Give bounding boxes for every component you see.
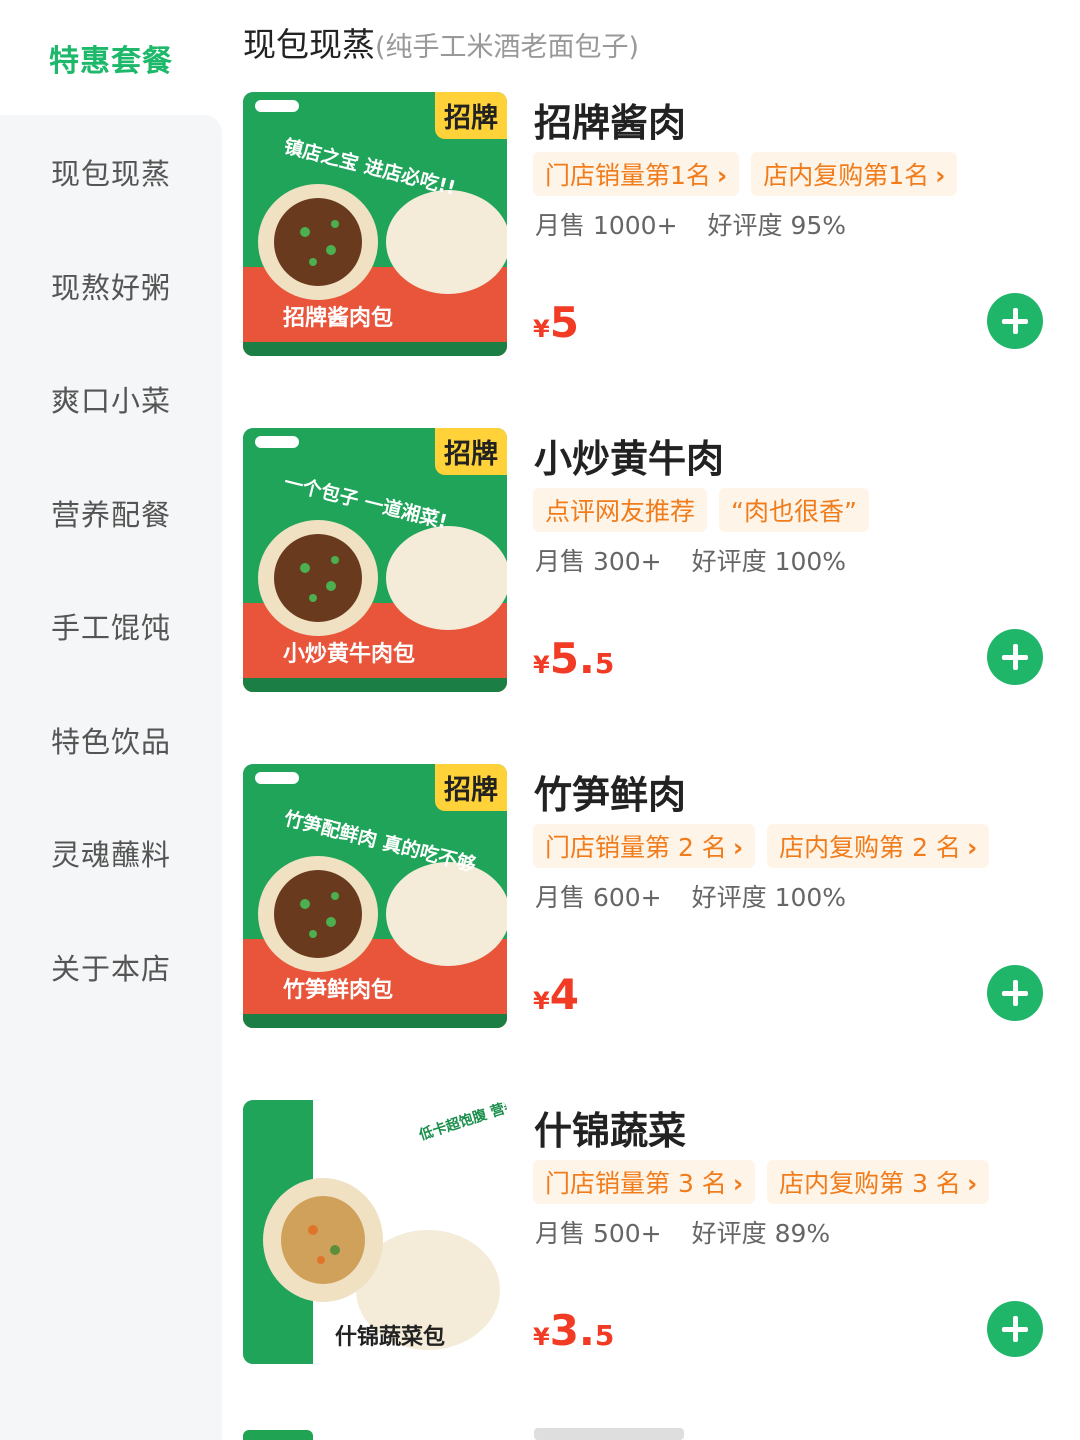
add-to-cart-button[interactable] <box>987 629 1043 685</box>
rating: 好评度 95% <box>707 211 847 240</box>
product-price: ¥3.5 <box>533 1306 614 1355</box>
product-tag[interactable]: 店内复购第 3 名 › <box>767 1160 990 1204</box>
sidebar-item-active[interactable]: 特惠套餐 <box>0 0 222 115</box>
sidebar-item[interactable]: 特色饮品 <box>0 683 222 797</box>
chevron-right-icon: › <box>935 161 946 190</box>
product-name[interactable]: 招牌酱肉 <box>534 92 686 147</box>
image-caption: 小炒黄牛肉包 <box>283 641 415 667</box>
tag-label: 门店销量第 3 名 <box>545 1169 727 1198</box>
next-product-image-peek <box>243 1430 313 1440</box>
next-product-name-peek <box>534 1428 684 1440</box>
sidebar-item[interactable]: 灵魂蘸料 <box>0 796 222 910</box>
monthly-sales: 月售 1000+ <box>535 211 678 240</box>
product-card[interactable]: 竹笋鲜肉包 竹笋配鲜肉 真的吃不够 招牌 竹笋鲜肉 门店销量第 2 名 › 店内复购… <box>243 764 1063 1034</box>
tag-label: 门店销量第1名 <box>545 161 711 190</box>
product-tags: 点评网友推荐 “肉也很香” <box>533 488 869 532</box>
product-stats: 月售 600+ 好评度 100% <box>535 878 846 914</box>
section-title-text: 现包现蒸 <box>243 25 375 64</box>
sidebar-item-label: 特惠套餐 <box>49 43 173 79</box>
price-decimal: 5 <box>594 647 615 680</box>
product-image-frame[interactable]: 小炒黄牛肉包 一个包子 一道湘菜! 招牌 <box>243 428 507 692</box>
price-integer: 5. <box>549 634 595 683</box>
price-integer: 3. <box>549 1306 595 1355</box>
image-caption: 招牌酱肉包 <box>283 305 393 331</box>
monthly-sales: 月售 500+ <box>535 1219 662 1248</box>
monthly-sales: 月售 600+ <box>535 883 662 912</box>
product-image-frame[interactable]: 竹笋鲜肉包 竹笋配鲜肉 真的吃不够 招牌 <box>243 764 507 1028</box>
product-name[interactable]: 什锦蔬菜 <box>534 1100 686 1155</box>
price-integer: 4 <box>549 970 579 1019</box>
sidebar-item[interactable]: 爽口小菜 <box>0 342 222 456</box>
product-image: 什锦蔬菜包 低卡超饱腹 营养又健康 <box>243 1100 507 1364</box>
rating: 好评度 100% <box>691 883 847 912</box>
chevron-right-icon: › <box>966 833 978 862</box>
sidebar-item[interactable]: 营养配餐 <box>0 456 222 570</box>
image-caption: 什锦蔬菜包 <box>335 1324 445 1350</box>
product-price: ¥5.5 <box>533 634 614 683</box>
tag-label: “肉也很香” <box>731 497 857 526</box>
product-tag[interactable]: 门店销量第 3 名 › <box>533 1160 756 1204</box>
sidebar-list: 现包现蒸 现熬好粥 爽口小菜 营养配餐 手工馄饨 特色饮品 灵魂蘸料 关于本店 <box>0 115 222 1440</box>
add-to-cart-button[interactable] <box>987 1301 1043 1357</box>
product-stats: 月售 300+ 好评度 100% <box>535 542 846 578</box>
tag-label: 店内复购第 3 名 <box>779 1169 961 1198</box>
chevron-right-icon: › <box>716 161 728 190</box>
price-integer: 5 <box>549 298 579 347</box>
product-tag[interactable]: 店内复购第 2 名 › <box>767 824 990 868</box>
tag-label: 点评网友推荐 <box>545 497 696 526</box>
currency-symbol: ¥ <box>533 651 550 679</box>
rating: 好评度 100% <box>691 547 847 576</box>
tag-label: 门店销量第 2 名 <box>545 833 727 862</box>
tag-label: 店内复购第1名 <box>763 161 930 190</box>
product-image-frame[interactable]: 什锦蔬菜包 低卡超饱腹 营养又健康 <box>243 1100 507 1364</box>
chevron-right-icon: › <box>966 1169 978 1198</box>
add-to-cart-button[interactable] <box>987 965 1043 1021</box>
price-decimal: 5 <box>594 1319 615 1352</box>
category-sidebar: 特惠套餐 现包现蒸 现熬好粥 爽口小菜 营养配餐 手工馄饨 特色饮品 灵魂蘸料 … <box>0 0 222 1440</box>
add-to-cart-button[interactable] <box>987 293 1043 349</box>
section-title: 现包现蒸(纯手工米酒老面包子) <box>243 18 639 66</box>
product-image-frame[interactable]: 招牌酱肉包 镇店之宝 进店必吃!! 招牌 <box>243 92 507 356</box>
sidebar-item[interactable]: 现熬好粥 <box>0 229 222 343</box>
currency-symbol: ¥ <box>533 1323 550 1351</box>
product-tag[interactable]: “肉也很香” <box>719 488 869 532</box>
image-caption: 竹笋鲜肉包 <box>282 977 393 1003</box>
tag-label: 店内复购第 2 名 <box>779 833 961 862</box>
currency-symbol: ¥ <box>533 315 550 343</box>
product-name[interactable]: 小炒黄牛肉 <box>534 428 724 483</box>
signature-badge: 招牌 <box>435 92 507 139</box>
sidebar-item[interactable]: 关于本店 <box>0 910 222 1024</box>
product-tag[interactable]: 店内复购第1名 › <box>751 152 958 196</box>
section-subtitle: (纯手工米酒老面包子) <box>375 32 640 63</box>
monthly-sales: 月售 300+ <box>535 547 662 576</box>
product-price: ¥5 <box>533 298 579 347</box>
product-card[interactable]: 招牌酱肉包 镇店之宝 进店必吃!! 招牌 招牌酱肉 门店销量第1名 › 店内复购第1… <box>243 92 1063 362</box>
product-tag[interactable]: 门店销量第1名 › <box>533 152 740 196</box>
chevron-right-icon: › <box>732 1169 744 1198</box>
product-stats: 月售 500+ 好评度 89% <box>535 1214 830 1250</box>
signature-badge: 招牌 <box>435 764 507 811</box>
product-name[interactable]: 竹笋鲜肉 <box>534 764 686 819</box>
currency-symbol: ¥ <box>533 987 550 1015</box>
product-tag[interactable]: 门店销量第 2 名 › <box>533 824 756 868</box>
sidebar-item[interactable]: 现包现蒸 <box>0 115 222 229</box>
product-tags: 门店销量第1名 › 店内复购第1名 › <box>533 152 958 196</box>
product-card[interactable]: 什锦蔬菜包 低卡超饱腹 营养又健康 什锦蔬菜 门店销量第 3 名 › 店内复购第 3… <box>243 1100 1063 1370</box>
product-price: ¥4 <box>533 970 579 1019</box>
product-stats: 月售 1000+ 好评度 95% <box>535 206 846 242</box>
sidebar-item[interactable]: 手工馄饨 <box>0 569 222 683</box>
product-card[interactable]: 小炒黄牛肉包 一个包子 一道湘菜! 招牌 小炒黄牛肉 点评网友推荐 “肉也很香” … <box>243 428 1063 698</box>
product-tags: 门店销量第 3 名 › 店内复购第 3 名 › <box>533 1160 990 1204</box>
signature-badge: 招牌 <box>435 428 507 475</box>
chevron-right-icon: › <box>732 833 744 862</box>
rating: 好评度 89% <box>691 1219 831 1248</box>
product-tags: 门店销量第 2 名 › 店内复购第 2 名 › <box>533 824 990 868</box>
product-tag[interactable]: 点评网友推荐 <box>533 488 708 532</box>
